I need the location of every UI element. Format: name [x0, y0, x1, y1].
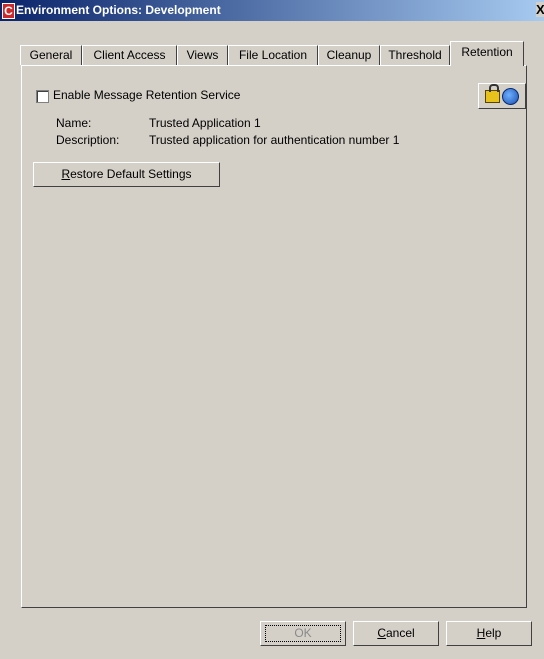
tab-views[interactable]: Views [177, 45, 228, 65]
dialog-window: C Environment Options: Development X Gen… [0, 0, 544, 659]
title-bar[interactable]: C Environment Options: Development X [0, 0, 544, 21]
tab-retention[interactable]: Retention [450, 41, 524, 66]
tab-general[interactable]: General [20, 45, 82, 65]
cancel-hotkey: C [377, 626, 386, 640]
focus-rect [265, 625, 341, 642]
description-label: Description: [56, 133, 120, 147]
tab-threshold[interactable]: Threshold [380, 45, 450, 65]
help-button[interactable]: Help [446, 621, 532, 646]
window-title: Environment Options: Development [16, 3, 221, 17]
tab-client-access[interactable]: Client Access [82, 45, 177, 65]
lock-icon [485, 84, 500, 103]
ok-button[interactable]: OK [260, 621, 346, 646]
close-icon[interactable]: X [536, 2, 544, 17]
tab-cleanup[interactable]: Cleanup [318, 45, 380, 65]
name-label: Name: [56, 116, 92, 130]
restore-label: estore Default Settings [70, 167, 192, 181]
cancel-label: ancel [385, 626, 415, 640]
restore-defaults-button[interactable]: Restore Default Settings [33, 162, 220, 187]
name-value: Trusted Application 1 [149, 116, 261, 130]
app-icon: C [2, 3, 15, 19]
cancel-button[interactable]: Cancel [353, 621, 439, 646]
globe-icon [502, 88, 519, 105]
description-value: Trusted application for authentication n… [149, 133, 400, 147]
tab-file-location[interactable]: File Location [228, 45, 318, 65]
enable-retention-label[interactable]: Enable Message Retention Service [53, 88, 240, 102]
enable-retention-checkbox[interactable] [36, 90, 49, 103]
restore-hotkey: R [61, 167, 71, 181]
help-label: elp [485, 626, 502, 640]
rights-button[interactable] [478, 83, 526, 109]
